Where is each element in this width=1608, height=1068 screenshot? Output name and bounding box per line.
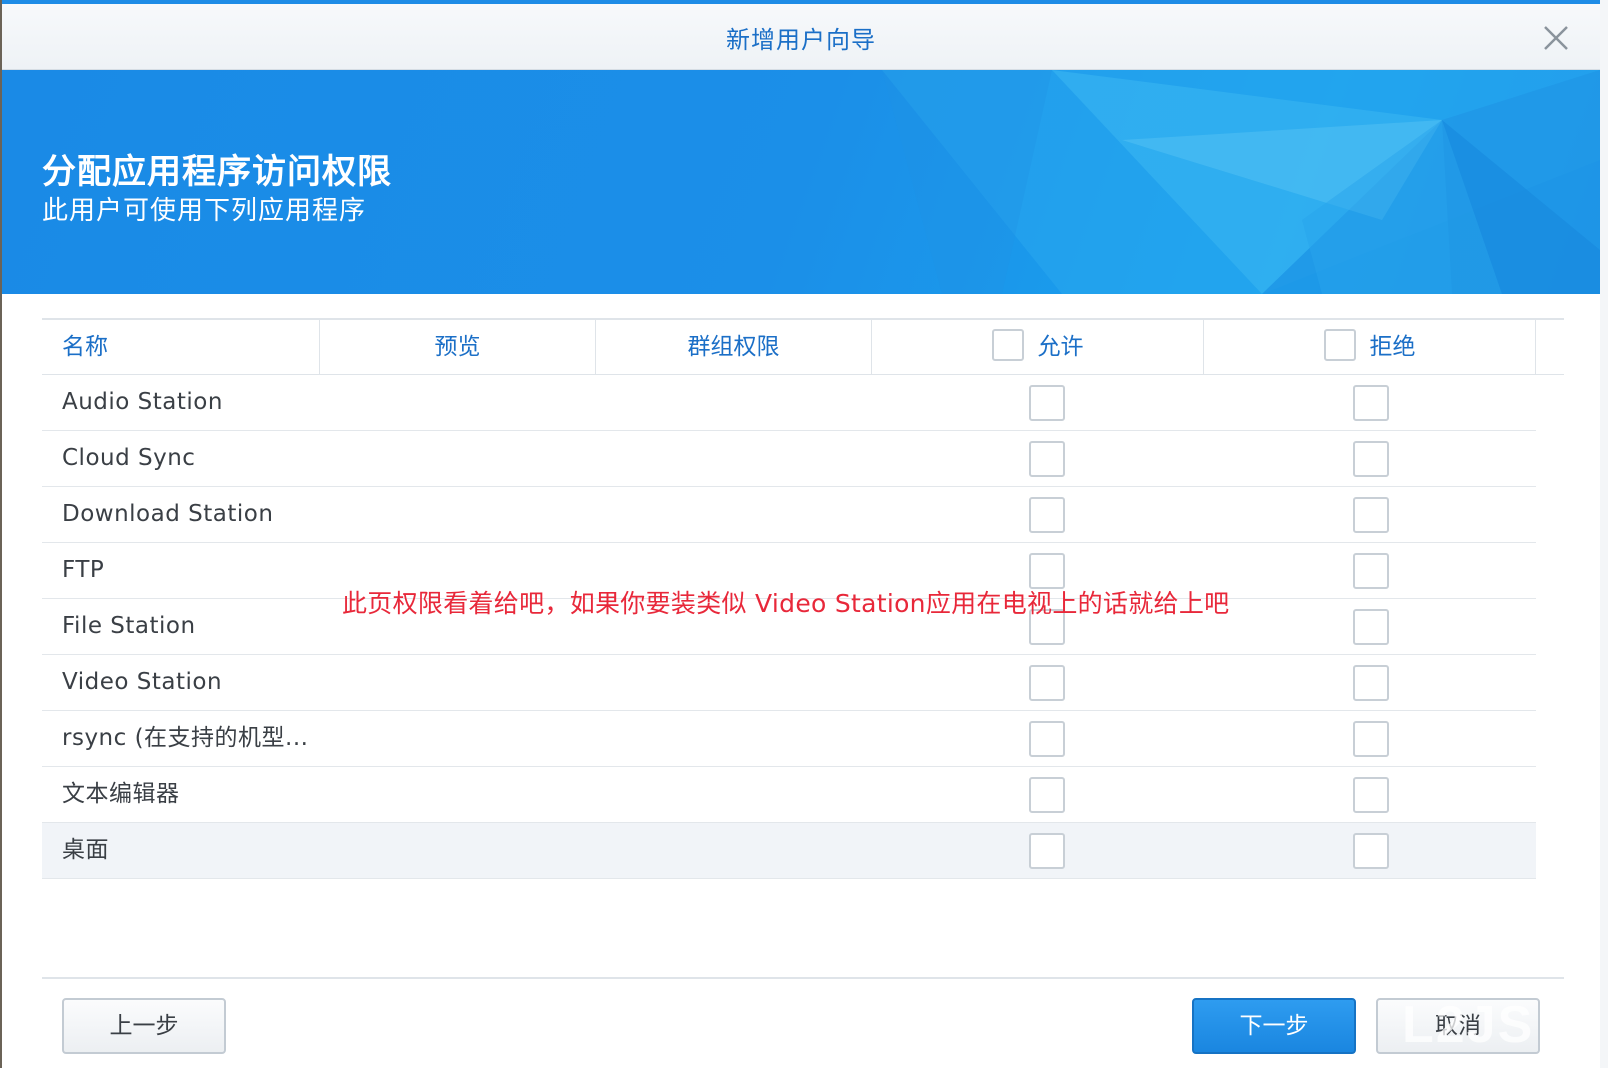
footer-divider bbox=[42, 977, 1564, 979]
watermark-logo: L2JS bbox=[1402, 996, 1535, 1054]
deny-checkbox[interactable] bbox=[1353, 609, 1389, 645]
deny-checkbox[interactable] bbox=[1353, 721, 1389, 757]
app-name: FTP bbox=[62, 557, 105, 583]
app-name: Download Station bbox=[62, 501, 274, 527]
column-header-group-permission[interactable]: 群组权限 bbox=[596, 320, 872, 374]
app-name: 文本编辑器 bbox=[62, 781, 180, 807]
new-user-wizard-dialog: 新增用户向导 分配应用程序访问权限 此用户可使用下列应用程序 名称 预览 群组权… bbox=[2, 0, 1600, 1068]
table-body: Audio Station Cloud Sync Download Statio… bbox=[42, 375, 1536, 879]
app-name: Cloud Sync bbox=[62, 445, 196, 471]
column-header-deny: 拒绝 bbox=[1204, 320, 1536, 374]
app-name: 桌面 bbox=[62, 837, 109, 863]
app-name: Audio Station bbox=[62, 389, 223, 415]
table-header: 名称 预览 群组权限 允许 拒绝 bbox=[42, 318, 1564, 375]
deny-checkbox[interactable] bbox=[1353, 553, 1389, 589]
deny-checkbox[interactable] bbox=[1353, 441, 1389, 477]
allow-checkbox[interactable] bbox=[1029, 441, 1065, 477]
column-header-preview[interactable]: 预览 bbox=[320, 320, 596, 374]
deny-checkbox[interactable] bbox=[1353, 777, 1389, 813]
column-header-name[interactable]: 名称 bbox=[42, 320, 320, 374]
allow-checkbox[interactable] bbox=[1029, 497, 1065, 533]
allow-checkbox[interactable] bbox=[1029, 665, 1065, 701]
allow-checkbox[interactable] bbox=[1029, 385, 1065, 421]
deny-checkbox[interactable] bbox=[1353, 497, 1389, 533]
allow-all-checkbox[interactable] bbox=[991, 328, 1024, 361]
table-row[interactable]: Cloud Sync bbox=[42, 431, 1536, 487]
table-row[interactable]: 桌面 bbox=[42, 823, 1536, 879]
deny-all-checkbox[interactable] bbox=[1323, 328, 1356, 361]
column-header-allow-label: 允许 bbox=[1037, 334, 1084, 360]
red-annotation-text: 此页权限看着给吧，如果你要装类似 Video Station应用在电视上的话就给… bbox=[342, 589, 1230, 618]
next-step-button[interactable]: 下一步 bbox=[1192, 998, 1356, 1054]
dialog-titlebar: 新增用户向导 bbox=[2, 0, 1600, 70]
allow-checkbox[interactable] bbox=[1029, 721, 1065, 757]
desktop-backdrop bbox=[1600, 0, 1608, 1068]
previous-step-button[interactable]: 上一步 bbox=[62, 998, 226, 1054]
app-name: rsync (在支持的机型... bbox=[62, 725, 309, 751]
column-header-deny-label: 拒绝 bbox=[1369, 334, 1416, 360]
table-row[interactable]: Audio Station bbox=[42, 375, 1536, 431]
deny-checkbox[interactable] bbox=[1353, 833, 1389, 869]
table-row[interactable]: 文本编辑器 bbox=[42, 767, 1536, 823]
close-icon[interactable] bbox=[1542, 24, 1570, 52]
table-row[interactable]: Download Station bbox=[42, 487, 1536, 543]
app-name: File Station bbox=[62, 613, 196, 639]
column-header-allow: 允许 bbox=[872, 320, 1204, 374]
banner-subheading: 此用户可使用下列应用程序 bbox=[42, 196, 367, 226]
banner-heading: 分配应用程序访问权限 bbox=[42, 152, 392, 192]
deny-checkbox[interactable] bbox=[1353, 385, 1389, 421]
app-name: Video Station bbox=[62, 669, 223, 695]
allow-checkbox[interactable] bbox=[1029, 777, 1065, 813]
deny-checkbox[interactable] bbox=[1353, 665, 1389, 701]
dialog-title: 新增用户向导 bbox=[726, 26, 876, 54]
table-row[interactable]: Video Station bbox=[42, 655, 1536, 711]
table-row[interactable]: rsync (在支持的机型... bbox=[42, 711, 1536, 767]
wizard-banner: 分配应用程序访问权限 此用户可使用下列应用程序 bbox=[2, 70, 1600, 294]
allow-checkbox[interactable] bbox=[1029, 833, 1065, 869]
